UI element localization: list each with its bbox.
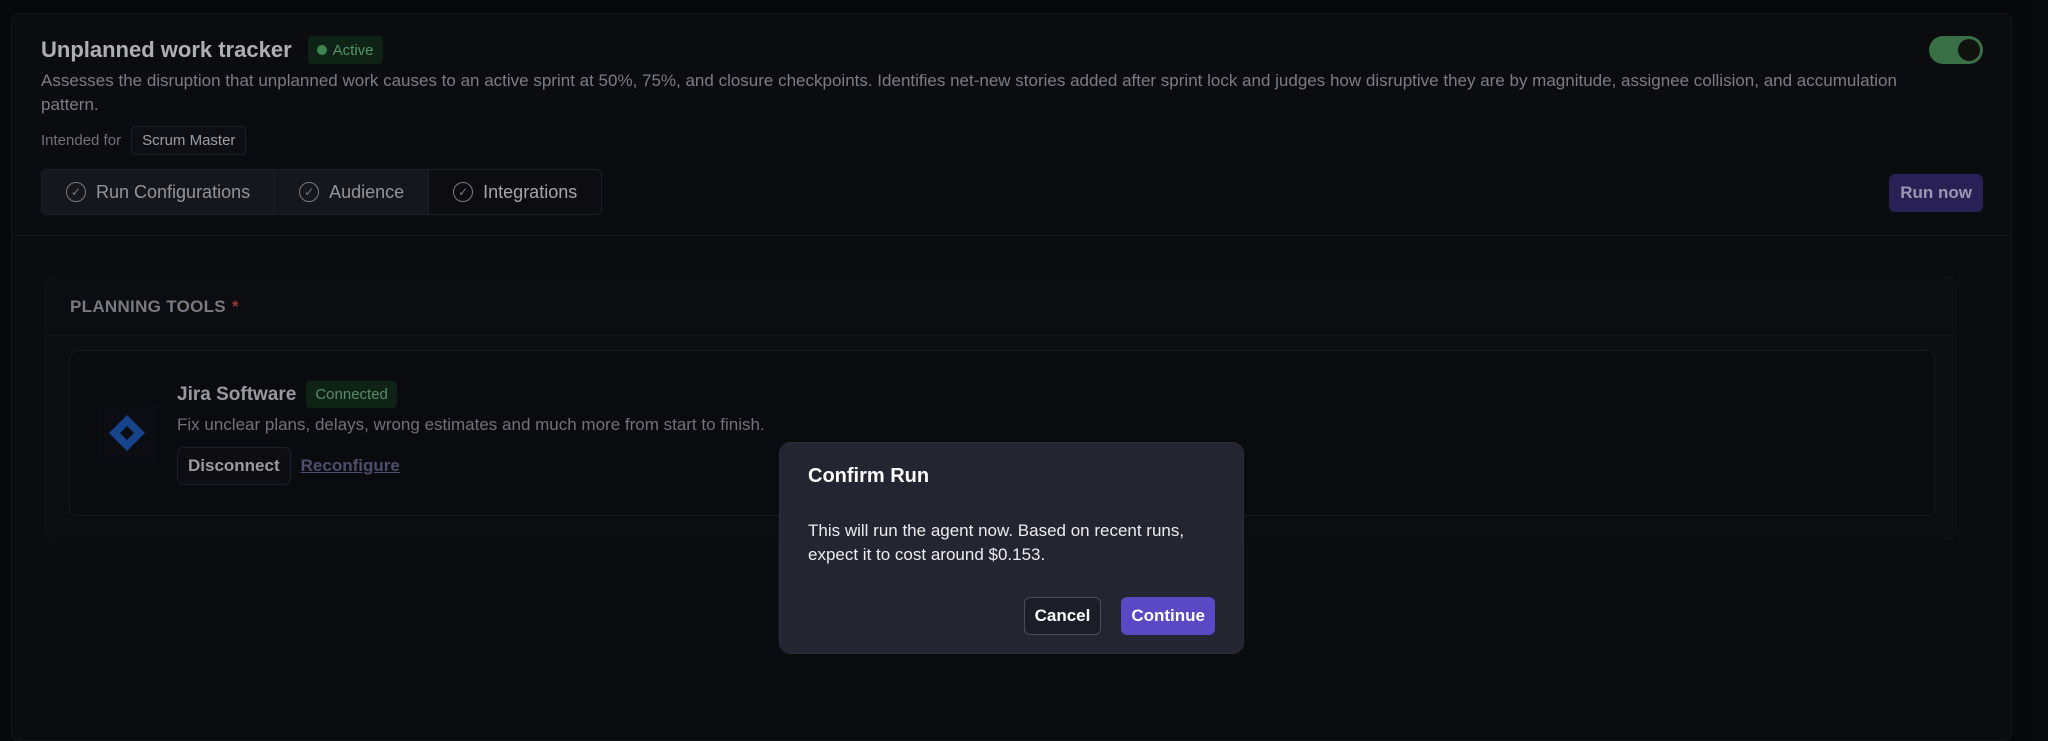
continue-button[interactable]: Continue: [1121, 597, 1215, 635]
cancel-button[interactable]: Cancel: [1023, 597, 1102, 635]
dialog-actions: Cancel Continue: [1023, 597, 1215, 635]
dialog-body: This will run the agent now. Based on re…: [808, 521, 1185, 564]
confirm-run-dialog: Confirm Run This will run the agent now.…: [779, 442, 1244, 654]
dialog-title: Confirm Run: [808, 465, 930, 487]
